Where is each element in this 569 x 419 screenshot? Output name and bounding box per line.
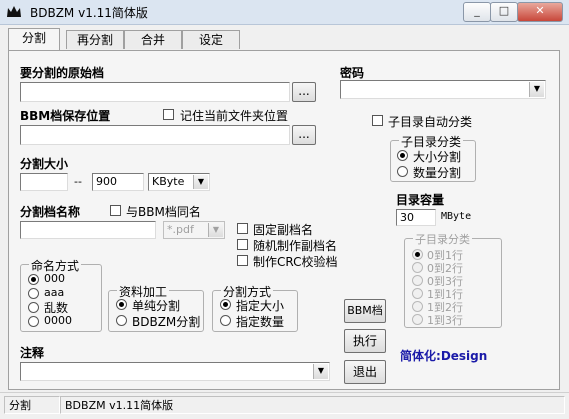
naming-random-radio[interactable] (28, 302, 39, 313)
minimize-button[interactable]: _ (463, 2, 491, 22)
naming-0000-label: 0000 (44, 314, 72, 327)
subdir-by-count-label: 数量分割 (413, 166, 462, 180)
password-label: 密码 (340, 66, 365, 80)
simple-split-label: 单纯分割 (132, 299, 181, 313)
naming-0000-radio[interactable] (28, 316, 39, 327)
auto-subdir-checkbox[interactable] (372, 115, 383, 126)
by-size-radio[interactable] (220, 299, 231, 310)
save-location-label: BBM档保存位置 (20, 109, 111, 123)
source-file-label: 要分割的原始档 (20, 66, 105, 80)
chevron-down-icon: ▼ (529, 82, 544, 97)
row-0to2-radio[interactable] (412, 262, 423, 273)
subdir-by-size-radio[interactable] (397, 150, 408, 161)
random-sub-label: 随机制作副档名 (253, 239, 338, 253)
status-bar: 分割 BDBZM v1.11简体版 (0, 392, 569, 419)
tab-resplit[interactable]: 再分割 (66, 30, 124, 49)
bbm-button[interactable]: BBM档 (344, 299, 386, 323)
split-size-dash: -- (74, 175, 82, 188)
crc-checkbox[interactable] (237, 255, 248, 266)
remember-folder-label: 记住当前文件夹位置 (180, 109, 289, 123)
tab-split[interactable]: 分割 (8, 28, 60, 50)
save-location-input[interactable] (20, 125, 290, 145)
filename-input[interactable] (20, 221, 156, 239)
fixed-sub-checkbox[interactable] (237, 223, 248, 234)
password-combo[interactable]: ▼ (340, 80, 546, 99)
tab-bar: 分割 再分割 合并 设定 (8, 28, 556, 50)
save-browse-button[interactable]: ... (292, 125, 316, 145)
tab-settings[interactable]: 设定 (182, 30, 240, 49)
fixed-sub-label: 固定副档名 (253, 223, 314, 237)
crown-icon (6, 4, 22, 20)
maximize-button[interactable]: □ (490, 2, 518, 22)
remember-folder-checkbox[interactable] (163, 109, 174, 120)
split-size-to-input[interactable]: 900 (92, 173, 144, 191)
subdir-by-count-radio[interactable] (397, 166, 408, 177)
chevron-down-icon: ▼ (313, 364, 328, 379)
execute-button[interactable]: 执行 (344, 329, 386, 353)
same-as-bbm-checkbox[interactable] (110, 205, 121, 216)
simple-split-radio[interactable] (116, 299, 127, 310)
credit-name: Design (440, 349, 488, 363)
row-1to1-radio[interactable] (412, 288, 423, 299)
by-count-label: 指定数量 (236, 315, 285, 329)
close-button[interactable]: ✕ (517, 2, 563, 22)
extension-value: *.pdf (167, 223, 194, 236)
bdbzm-split-radio[interactable] (116, 315, 127, 326)
chevron-down-icon: ▼ (208, 223, 223, 237)
split-size-label: 分割大小 (20, 157, 69, 171)
naming-aaa-radio[interactable] (28, 288, 39, 299)
capacity-unit: MByte (441, 211, 472, 222)
bdbzm-split-label: BDBZM分割 (132, 315, 201, 329)
split-size-from-input[interactable] (20, 173, 68, 191)
by-count-radio[interactable] (220, 315, 231, 326)
subdir-by-size-label: 大小分割 (413, 150, 462, 164)
row-0to3-radio[interactable] (412, 275, 423, 286)
subdir-group-disabled-title: 子目录分类 (413, 231, 472, 247)
filename-label: 分割档名称 (20, 205, 81, 219)
auto-subdir-label: 子目录自动分类 (388, 115, 473, 129)
notes-label: 注释 (20, 346, 45, 360)
naming-000-label: 000 (44, 272, 65, 285)
capacity-label: 目录容量 (396, 193, 445, 207)
size-unit-value: KByte (152, 175, 185, 188)
tab-merge[interactable]: 合并 (124, 30, 182, 49)
status-mode: 分割 (4, 396, 60, 414)
extension-select[interactable]: *.pdf ▼ (163, 221, 225, 239)
status-version: BDBZM v1.11简体版 (60, 396, 565, 414)
chevron-down-icon: ▼ (193, 175, 208, 189)
naming-aaa-label: aaa (44, 286, 65, 299)
random-sub-checkbox[interactable] (237, 239, 248, 250)
credit-text: 简体化:Design (400, 347, 487, 364)
row-1to3-label: 1到3行 (427, 314, 463, 327)
row-1to3-radio[interactable] (412, 314, 423, 325)
same-as-bbm-label: 与BBM档同名 (126, 205, 201, 219)
size-unit-select[interactable]: KByte ▼ (148, 173, 210, 191)
row-1to2-radio[interactable] (412, 301, 423, 312)
credit-prefix: 简体化: (400, 349, 441, 363)
capacity-input[interactable]: 30 (396, 209, 436, 226)
crc-label: 制作CRC校验档 (253, 255, 338, 269)
by-size-label: 指定大小 (236, 299, 285, 313)
window-title: BDBZM v1.11简体版 (30, 6, 148, 20)
row-0to1-radio[interactable] (412, 249, 423, 260)
notes-combo[interactable]: ▼ (20, 362, 330, 381)
source-file-input[interactable] (20, 82, 290, 102)
source-browse-button[interactable]: ... (292, 82, 316, 102)
naming-000-radio[interactable] (28, 274, 39, 285)
exit-button[interactable]: 退出 (344, 360, 386, 384)
title-bar: BDBZM v1.11简体版 _ □ ✕ (0, 0, 569, 25)
